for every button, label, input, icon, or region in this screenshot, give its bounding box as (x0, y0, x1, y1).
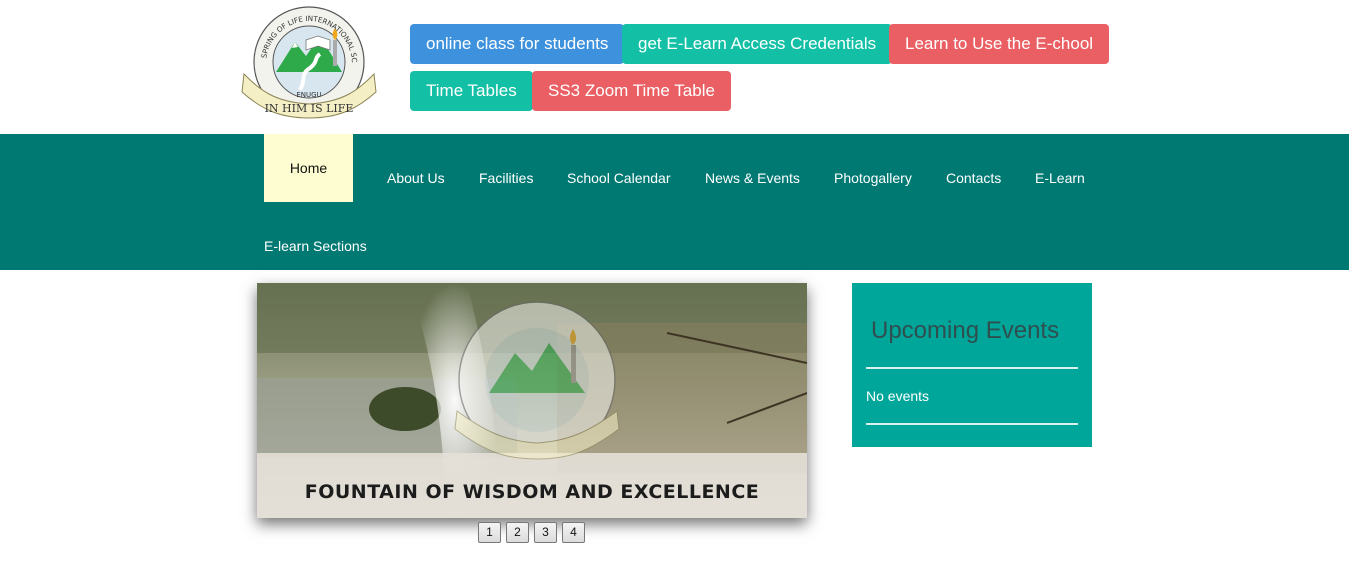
nav-item-contacts[interactable]: Contacts (946, 170, 1001, 186)
nav-item-home[interactable]: Home (264, 134, 353, 202)
learn-echool-button[interactable]: Learn to Use the E-chool (889, 24, 1110, 64)
svg-text:ENUGU: ENUGU (296, 91, 321, 99)
nav-item-e-learn[interactable]: E-Learn (1035, 170, 1085, 186)
site-header: IN HIM IS LIFE ENUGU SPRING OF LIFE INTE… (0, 0, 1349, 134)
nav-item-school-calendar[interactable]: School Calendar (567, 170, 671, 186)
slide-page-4[interactable]: 4 (562, 522, 585, 543)
hero-slider[interactable]: FOUNTAIN OF WISDOM AND EXCELLENCE (257, 283, 807, 518)
time-tables-button[interactable]: Time Tables (410, 71, 533, 111)
events-title: Upcoming Events (871, 317, 1060, 344)
ss3-zoom-timetable-button[interactable]: SS3 Zoom Time Table (532, 71, 731, 111)
slide-page-3[interactable]: 3 (534, 522, 557, 543)
svg-text:IN HIM IS LIFE: IN HIM IS LIFE (265, 102, 354, 115)
nav-item-about-us[interactable]: About Us (387, 170, 445, 186)
slide-caption: FOUNTAIN OF WISDOM AND EXCELLENCE (304, 481, 760, 503)
slide-page-2[interactable]: 2 (506, 522, 529, 543)
elearn-credentials-button[interactable]: get E-Learn Access Credentials (622, 24, 893, 64)
slide-page-1[interactable]: 1 (478, 522, 501, 543)
online-class-button[interactable]: online class for students (410, 24, 625, 64)
main-navigation: Home About Us Facilities School Calendar… (0, 134, 1349, 270)
school-logo[interactable]: IN HIM IS LIFE ENUGU SPRING OF LIFE INTE… (237, 0, 378, 126)
nav-item-news-events[interactable]: News & Events (705, 170, 800, 186)
events-divider-top (866, 367, 1078, 369)
events-divider-bottom (866, 423, 1078, 425)
nav-item-facilities[interactable]: Facilities (479, 170, 533, 186)
upcoming-events-panel: Upcoming Events No events (852, 283, 1092, 447)
nav-item-photogallery[interactable]: Photogallery (834, 170, 912, 186)
events-empty-message: No events (866, 388, 930, 404)
nav-item-elearn-sections[interactable]: E-learn Sections (264, 238, 367, 254)
school-crest-icon: IN HIM IS LIFE ENUGU SPRING OF LIFE INTE… (237, 0, 377, 119)
